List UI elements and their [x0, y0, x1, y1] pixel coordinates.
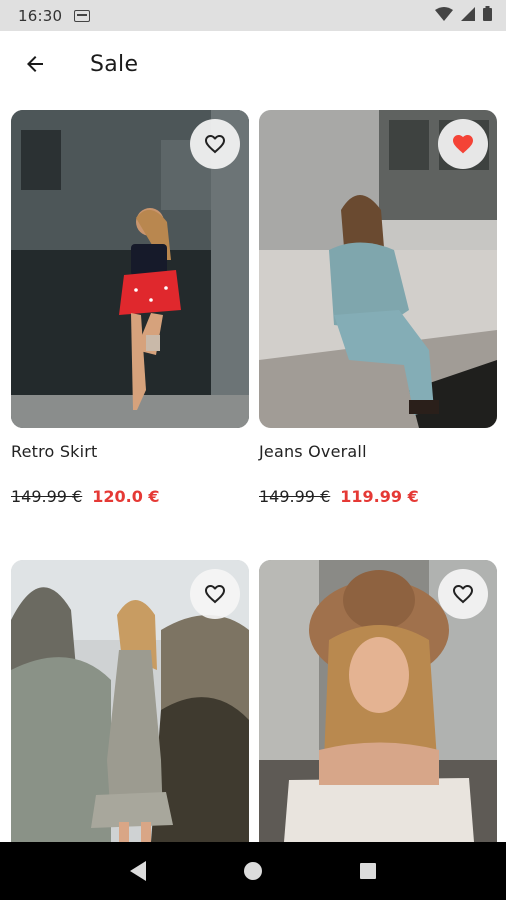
- product-image[interactable]: [11, 110, 249, 428]
- favorite-button[interactable]: [190, 569, 240, 619]
- app-bar: Sale: [0, 31, 506, 97]
- product-image[interactable]: [259, 110, 497, 428]
- product-card[interactable]: Retro Skirt 149.99 € 120.0 €: [11, 110, 249, 506]
- heart-outline-icon: [453, 585, 473, 604]
- price-row: 149.99 € 119.99 €: [259, 487, 497, 506]
- old-price: 149.99 €: [11, 487, 83, 506]
- system-recents-button[interactable]: [348, 851, 388, 891]
- heart-filled-icon: [453, 135, 473, 154]
- back-triangle-icon: [129, 861, 146, 881]
- product-card[interactable]: [11, 560, 249, 842]
- favorite-button[interactable]: [438, 119, 488, 169]
- heart-outline-icon: [205, 135, 225, 154]
- product-card[interactable]: Jeans Overall 149.99 € 119.99 €: [259, 110, 497, 506]
- battery-icon: [483, 6, 492, 25]
- product-image[interactable]: [259, 560, 497, 842]
- product-image[interactable]: [11, 560, 249, 842]
- system-nav-bar: [0, 842, 506, 900]
- wifi-icon: [435, 6, 453, 25]
- recents-square-icon: [360, 863, 377, 879]
- product-name: Retro Skirt: [11, 442, 98, 461]
- price-row: 149.99 € 120.0 €: [11, 487, 249, 506]
- signal-icon: [461, 6, 475, 25]
- sale-price: 119.99 €: [340, 487, 419, 506]
- home-circle-icon: [243, 862, 262, 880]
- product-name: Jeans Overall: [259, 442, 367, 461]
- arrow-left-icon: [27, 56, 43, 72]
- status-time: 16:30: [18, 6, 63, 25]
- status-icons: [435, 6, 492, 25]
- back-button[interactable]: [10, 39, 60, 89]
- heart-outline-icon: [205, 585, 225, 604]
- system-home-button[interactable]: [233, 851, 273, 891]
- status-bar: 16:30: [0, 0, 506, 31]
- page-title: Sale: [90, 51, 139, 77]
- old-price: 149.99 €: [259, 487, 331, 506]
- sale-price: 120.0 €: [92, 487, 160, 506]
- system-back-button[interactable]: [118, 851, 158, 891]
- sim-card-icon: [74, 9, 91, 22]
- favorite-button[interactable]: [190, 119, 240, 169]
- product-card[interactable]: [259, 560, 497, 842]
- favorite-button[interactable]: [438, 569, 488, 619]
